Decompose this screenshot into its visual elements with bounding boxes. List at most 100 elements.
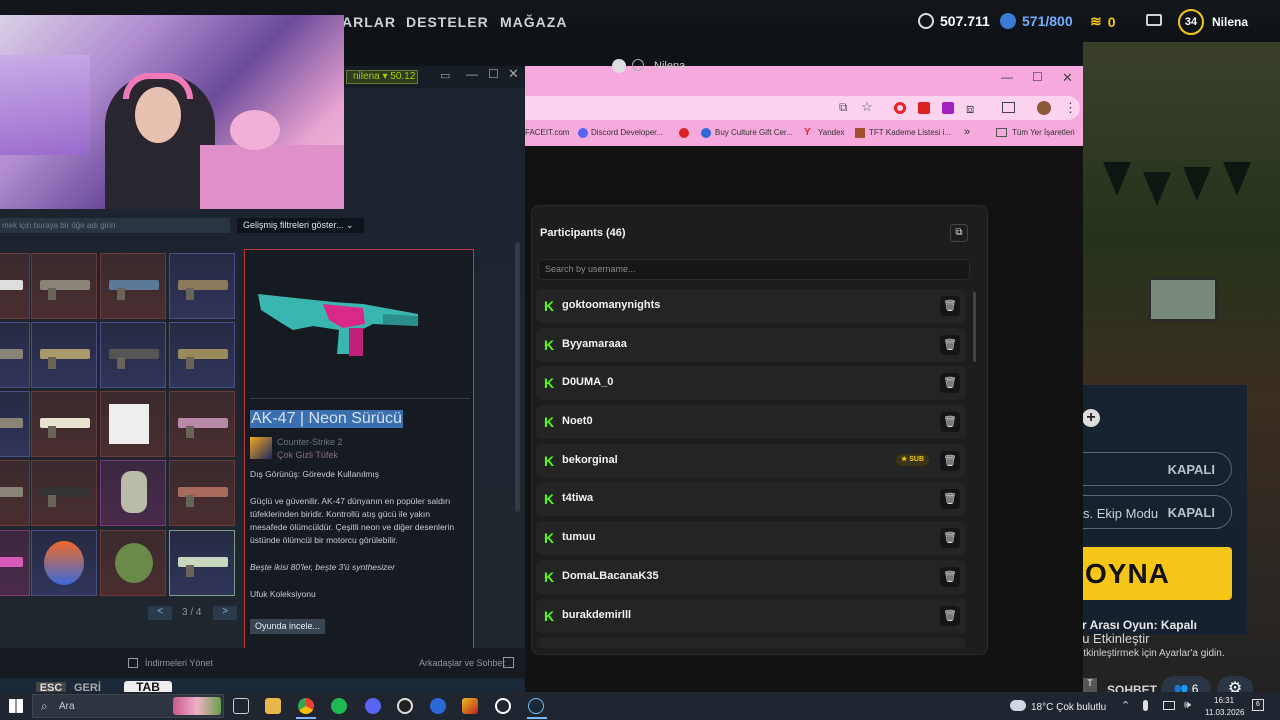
participant-row[interactable] bbox=[536, 638, 966, 648]
inventory-item[interactable] bbox=[169, 391, 235, 457]
steam-scrollbar[interactable] bbox=[515, 242, 520, 512]
app-icon[interactable] bbox=[430, 698, 446, 714]
participant-row[interactable]: Kt4tiwa 🗑 bbox=[536, 482, 966, 516]
participant-row[interactable]: K DomaLBacanaK35 🗑 bbox=[536, 560, 966, 594]
inventory-item[interactable] bbox=[0, 460, 30, 526]
participant-search-input[interactable]: Search by username... bbox=[538, 259, 970, 280]
manage-downloads-link[interactable]: İndirmeleri Yönet bbox=[145, 658, 213, 668]
task-view-icon[interactable] bbox=[233, 698, 249, 714]
inventory-item[interactable] bbox=[31, 322, 97, 388]
trash-icon[interactable]: 🗑 bbox=[940, 489, 960, 509]
participant-row[interactable]: K Noet0 🗑 bbox=[536, 405, 966, 439]
participant-row[interactable]: Kbekorginal ★ SUB 🗑 bbox=[536, 444, 966, 478]
windows-start-icon[interactable] bbox=[9, 699, 23, 713]
inventory-item[interactable] bbox=[0, 391, 30, 457]
obs-icon[interactable] bbox=[397, 698, 413, 714]
maximize-icon[interactable]: ☐ bbox=[488, 67, 499, 81]
weather-text[interactable]: 18°C Çok bulutlu bbox=[1031, 702, 1106, 713]
inventory-item[interactable] bbox=[169, 460, 235, 526]
avatar[interactable] bbox=[1037, 101, 1051, 115]
app-icon[interactable] bbox=[495, 698, 511, 714]
participant-row[interactable]: Kburakdemirlll 🗑 bbox=[536, 599, 966, 633]
bookmark-culture[interactable]: Buy Culture Gift Cer... bbox=[715, 128, 793, 137]
trash-icon[interactable]: 🗑 bbox=[940, 528, 960, 548]
address-bar[interactable]: ⧉ ☆ bbox=[525, 96, 1080, 120]
extension-icon[interactable] bbox=[942, 102, 954, 114]
inventory-item[interactable] bbox=[31, 253, 97, 319]
puzzle-icon[interactable]: ⧈ bbox=[966, 101, 974, 117]
bookmark-tft[interactable]: TFT Kademe Listesi i... bbox=[869, 128, 951, 137]
spotify-icon[interactable] bbox=[331, 698, 347, 714]
inventory-item[interactable] bbox=[100, 460, 166, 526]
mode-row-1[interactable]: KAPALI bbox=[1083, 452, 1232, 486]
inventory-item[interactable] bbox=[100, 322, 166, 388]
microphone-icon[interactable] bbox=[1143, 700, 1148, 711]
monitor-icon[interactable]: ▭ bbox=[440, 69, 450, 82]
inventory-item[interactable] bbox=[31, 530, 97, 596]
bookmark-red-icon[interactable] bbox=[679, 128, 689, 138]
inventory-item[interactable] bbox=[169, 530, 235, 596]
extension-icon[interactable] bbox=[918, 102, 930, 114]
inspect-in-game-button[interactable]: Oyunda incele... bbox=[250, 619, 325, 634]
add-icon[interactable]: + bbox=[1082, 409, 1100, 427]
bookmark-discord[interactable]: Discord Developer... bbox=[591, 128, 663, 137]
inventory-item[interactable] bbox=[0, 322, 30, 388]
sidepanel-icon[interactable] bbox=[1002, 102, 1015, 113]
mail-icon[interactable] bbox=[1146, 14, 1162, 26]
trash-icon[interactable]: 🗑 bbox=[940, 451, 960, 471]
participants-scrollbar[interactable] bbox=[973, 292, 976, 362]
participant-row[interactable]: K D0UMA_0 🗑 bbox=[536, 366, 966, 400]
close-icon[interactable]: ✕ bbox=[508, 66, 519, 82]
notification-icon[interactable]: 6 bbox=[1252, 699, 1264, 711]
maximize-icon[interactable]: ☐ bbox=[1032, 70, 1043, 84]
advanced-filter-button[interactable]: Gelişmiş filtreleri göster... ⌄ bbox=[237, 218, 364, 233]
play-button[interactable]: OYNA bbox=[1083, 547, 1232, 600]
display-icon[interactable] bbox=[1163, 701, 1175, 710]
steam-icon[interactable] bbox=[528, 698, 544, 714]
profile-name[interactable]: Nilena bbox=[1212, 15, 1248, 29]
trash-icon[interactable]: 🗑 bbox=[940, 606, 960, 626]
inventory-item[interactable] bbox=[31, 460, 97, 526]
nav-tab-store[interactable]: MAĞAZA bbox=[500, 14, 567, 30]
clock-time[interactable]: 16:31 bbox=[1214, 696, 1234, 705]
volume-icon[interactable]: 🕪 bbox=[1184, 699, 1191, 712]
tray-chevron-icon[interactable]: ⌃ bbox=[1121, 699, 1130, 712]
participant-row[interactable]: K Byyamaraaa 🗑 bbox=[536, 328, 966, 362]
inventory-item[interactable] bbox=[169, 253, 235, 319]
mode-row-team[interactable]: s. Ekip Modu KAPALI bbox=[1083, 495, 1232, 529]
minimize-icon[interactable]: — bbox=[466, 67, 478, 81]
app-icon[interactable] bbox=[462, 698, 478, 714]
friends-chat-link[interactable]: Arkadaşlar ve Sohbet bbox=[419, 658, 505, 668]
translate-icon[interactable]: ⧉ bbox=[839, 100, 848, 115]
bookmark-faceit[interactable]: FACEIT.com bbox=[525, 128, 569, 137]
chrome-icon[interactable] bbox=[298, 698, 314, 714]
trash-icon[interactable]: 🗑 bbox=[940, 335, 960, 355]
inventory-item[interactable] bbox=[100, 253, 166, 319]
clock-date[interactable]: 11.03.2026 bbox=[1205, 708, 1244, 717]
minimize-icon[interactable]: — bbox=[1001, 70, 1013, 84]
inventory-item[interactable] bbox=[0, 530, 30, 596]
copy-icon[interactable]: ⧉ bbox=[950, 224, 968, 242]
close-icon[interactable]: ✕ bbox=[1062, 70, 1073, 86]
all-bookmarks[interactable]: Tüm Yer İşaretleri bbox=[1012, 128, 1075, 137]
participant-row[interactable]: Ktumuu 🗑 bbox=[536, 521, 966, 555]
inventory-item[interactable] bbox=[31, 391, 97, 457]
more-bookmarks-icon[interactable]: » bbox=[964, 126, 970, 138]
opera-extension-icon[interactable] bbox=[894, 102, 906, 114]
inventory-item[interactable] bbox=[100, 391, 166, 457]
taskbar-search-input[interactable]: ⌕ Ara bbox=[32, 694, 224, 718]
next-page-button[interactable]: > bbox=[213, 606, 237, 620]
trash-icon[interactable]: 🗑 bbox=[940, 296, 960, 316]
bookmark-star-icon[interactable]: ☆ bbox=[861, 99, 873, 115]
steam-user-badge[interactable]: nilena ▾ 50.12 bbox=[346, 70, 418, 84]
trash-icon[interactable]: 🗑 bbox=[940, 373, 960, 393]
trash-icon[interactable]: 🗑 bbox=[940, 567, 960, 587]
inventory-item[interactable] bbox=[0, 253, 30, 319]
bookmark-yandex[interactable]: Yandex bbox=[818, 128, 845, 137]
inventory-search-input[interactable]: mek için buraya bir öğe adı girin bbox=[0, 218, 230, 233]
participant-row[interactable]: Kgoktoomanynights 🗑 bbox=[536, 289, 966, 323]
prev-page-button[interactable]: < bbox=[148, 606, 172, 620]
nav-tab-decks[interactable]: DESTELER bbox=[406, 14, 489, 30]
menu-dots-icon[interactable]: ⋮ bbox=[1064, 100, 1077, 116]
inventory-item[interactable] bbox=[169, 322, 235, 388]
